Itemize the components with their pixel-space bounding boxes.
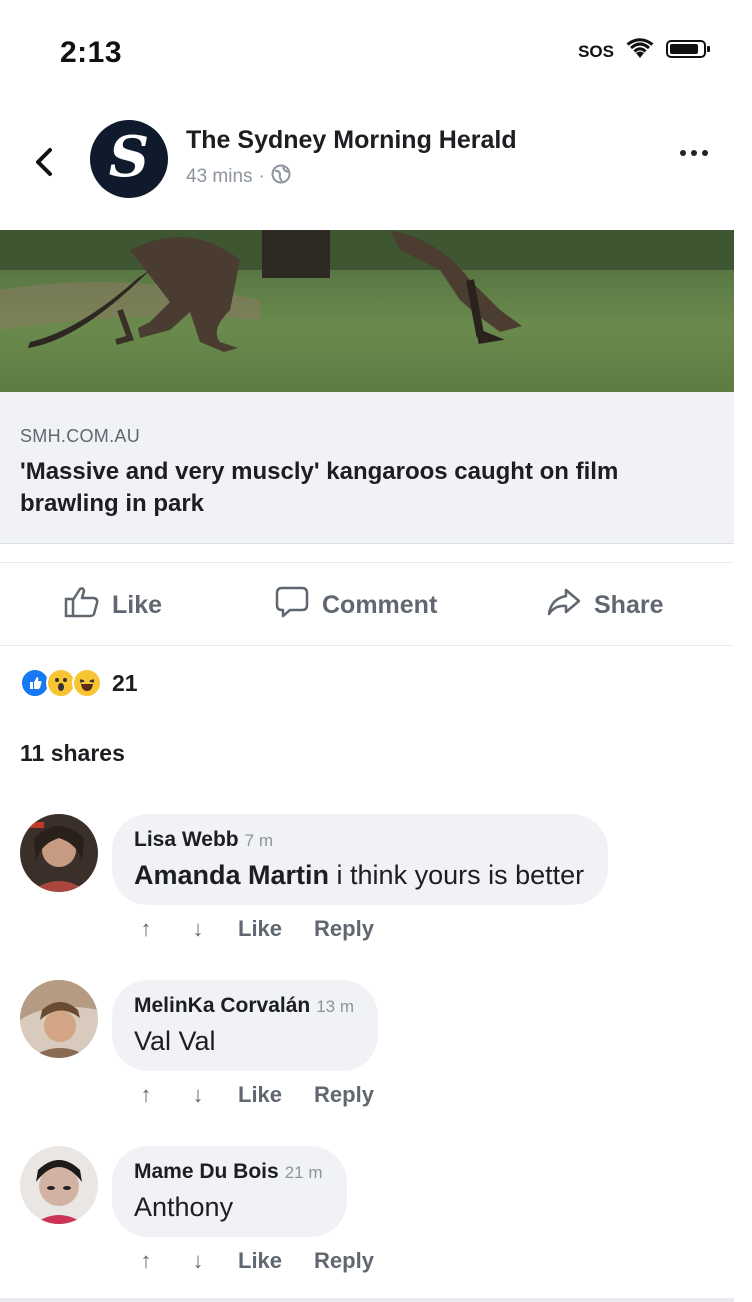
reactions-summary[interactable]: 21 [20, 668, 138, 698]
share-label: Share [594, 591, 664, 619]
comment-time: 21 m [284, 1163, 323, 1182]
thumbs-up-icon [64, 585, 100, 626]
action-bar: Like Comment Share [0, 562, 734, 646]
comment-text: Anthony [134, 1192, 323, 1223]
comment-button[interactable]: Comment [274, 585, 752, 626]
link-domain: SMH.COM.AU [20, 426, 140, 446]
comment-actions: ↑ ↓ Like Reply [134, 1082, 374, 1108]
comment-time: 13 m [316, 997, 355, 1016]
comment-icon [274, 585, 310, 626]
like-label: Like [112, 591, 163, 619]
page-name[interactable]: The Sydney Morning Herald [186, 126, 517, 155]
comment-reply-button[interactable]: Reply [314, 1248, 374, 1274]
comment-actions: ↑ ↓ Like Reply [134, 1248, 374, 1274]
comment-like-button[interactable]: Like [238, 1248, 282, 1274]
comment-time: 7 m [244, 831, 273, 850]
haha-reaction-icon [72, 668, 102, 698]
post-meta: 43 mins · [186, 164, 291, 190]
post-image[interactable] [0, 230, 734, 392]
upvote-icon[interactable]: ↑ [134, 1248, 158, 1274]
comment-actions: ↑ ↓ Like Reply [134, 916, 374, 942]
comment-bubble: MelinKa Corvalán 13 m Val Val [112, 980, 379, 1071]
commenter-avatar[interactable] [20, 1146, 98, 1224]
comment-text: Amanda Martin i think yours is better [134, 860, 584, 891]
comment-author[interactable]: Mame Du Bois [134, 1160, 279, 1183]
downvote-icon[interactable]: ↓ [186, 1248, 210, 1274]
comment-like-button[interactable]: Like [238, 916, 282, 942]
post-header: S The Sydney Morning Herald 43 mins · [0, 112, 752, 212]
globe-icon [271, 164, 291, 190]
commenter-avatar[interactable] [20, 980, 98, 1058]
status-indicators: SOS [578, 38, 712, 65]
battery-icon [666, 38, 712, 65]
upvote-icon[interactable]: ↑ [134, 916, 158, 942]
page-avatar[interactable]: S [90, 120, 168, 198]
comment-like-button[interactable]: Like [238, 1082, 282, 1108]
comment-body: Val Val [134, 1026, 216, 1056]
status-bar: 2:13 SOS [0, 0, 752, 100]
comment-label: Comment [322, 591, 438, 619]
commenter-avatar[interactable] [20, 814, 98, 892]
meta-separator: · [258, 166, 265, 187]
wifi-icon [626, 38, 654, 65]
upvote-icon[interactable]: ↑ [134, 1082, 158, 1108]
downvote-icon[interactable]: ↓ [186, 1082, 210, 1108]
comment-author[interactable]: MelinKa Corvalán [134, 994, 310, 1017]
comment-reply-button[interactable]: Reply [314, 1082, 374, 1108]
downvote-icon[interactable]: ↓ [186, 916, 210, 942]
share-button[interactable]: Share [546, 585, 663, 626]
divider [0, 1298, 734, 1302]
comment-author[interactable]: Lisa Webb [134, 828, 239, 851]
more-options-icon[interactable] [680, 150, 708, 156]
comment-body: i think yours is better [329, 860, 585, 890]
shares-count[interactable]: 11 shares [20, 740, 125, 767]
comment-mention[interactable]: Amanda Martin [134, 860, 329, 890]
comment-text: Val Val [134, 1026, 354, 1057]
comment-reply-button[interactable]: Reply [314, 916, 374, 942]
comment-bubble: Lisa Webb 7 m Amanda Martin i think yours… [112, 814, 609, 905]
post-time[interactable]: 43 mins [186, 166, 253, 188]
share-icon [546, 585, 582, 626]
kangaroo-photo [0, 230, 734, 352]
avatar-letter: S [108, 124, 150, 190]
carrier-label: SOS [578, 41, 614, 61]
reaction-count: 21 [112, 669, 138, 696]
status-time: 2:13 [60, 36, 123, 69]
comment-body: Anthony [134, 1192, 234, 1222]
back-icon[interactable] [28, 142, 60, 182]
link-preview[interactable]: SMH.COM.AU 'Massive and very muscly' kan… [0, 392, 734, 544]
link-title: 'Massive and very muscly' kangaroos caug… [20, 458, 619, 517]
like-button[interactable]: Like [64, 585, 162, 626]
comment-bubble: Mame Du Bois 21 m Anthony [112, 1146, 347, 1237]
